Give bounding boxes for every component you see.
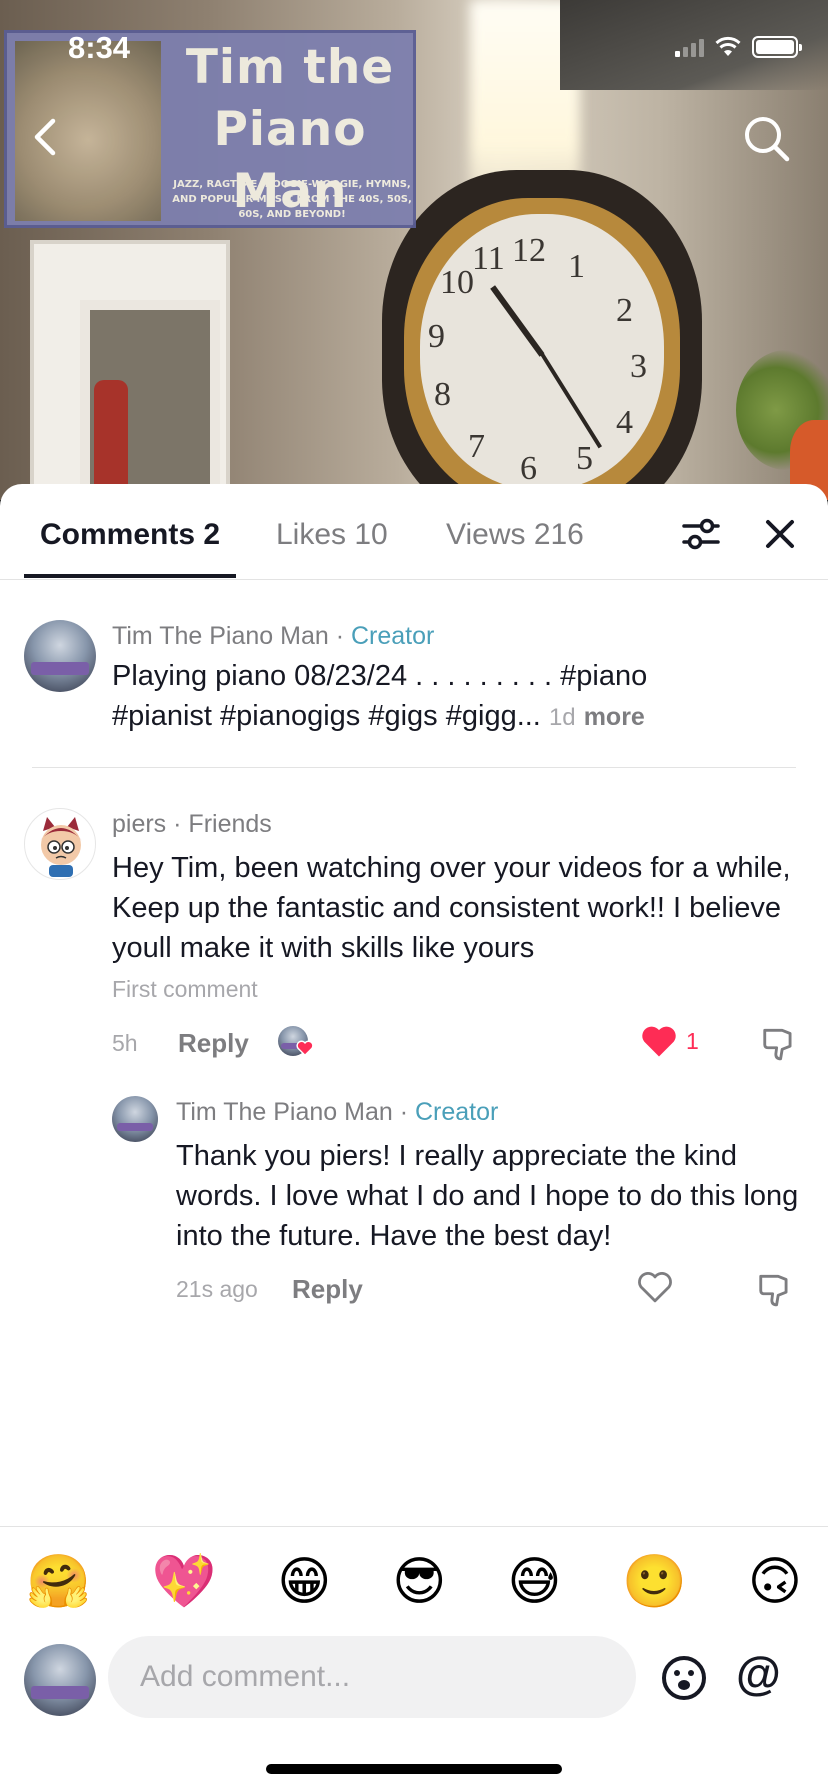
heart-outline-icon[interactable]	[636, 1270, 674, 1304]
status-icons	[675, 36, 802, 58]
commenter-avatar[interactable]	[24, 808, 96, 880]
search-icon[interactable]	[740, 112, 794, 166]
thumbs-down-icon[interactable]	[760, 1024, 798, 1062]
emoji-sparkling-heart[interactable]: 💖	[152, 1552, 217, 1612]
active-tab-indicator	[24, 574, 236, 578]
banner-title-line1: Tim the	[185, 40, 395, 95]
quick-emoji-row: 🤗 💖 😁 😎 😅 🙂 🙃	[0, 1526, 828, 1636]
heart-icon	[296, 1040, 314, 1056]
caption-separator: ·	[335, 622, 345, 650]
battery-icon	[752, 36, 802, 58]
status-time: 8:34	[68, 30, 131, 65]
mention-button[interactable]: @	[736, 1646, 781, 1700]
close-icon[interactable]	[760, 514, 800, 554]
tab-likes[interactable]: Likes 10	[276, 518, 388, 552]
like-button[interactable]: 1	[640, 1024, 699, 1058]
first-comment-label: First comment	[112, 976, 258, 1002]
comment-text: Hey Tim, been watching over your videos …	[112, 852, 791, 964]
friends-label: Friends	[188, 810, 272, 838]
tab-bar: Comments 2 Likes 10 Views 216	[0, 484, 828, 580]
creator-avatar[interactable]	[24, 620, 96, 692]
comment-separator: ·	[173, 810, 182, 838]
creator-liked-indicator	[278, 1026, 314, 1058]
more-link[interactable]: more	[584, 703, 645, 731]
caption-text-line2-content: #pianist #pianogigs #gigs #gigg...	[112, 700, 541, 732]
home-indicator	[266, 1764, 562, 1774]
like-count: 1	[686, 1027, 699, 1054]
reply-author-line: Tim The Piano Man · Creator	[176, 1098, 498, 1127]
tab-views[interactable]: Views 216	[446, 518, 584, 552]
reply-separator: ·	[399, 1098, 409, 1126]
caption-author[interactable]: Tim The Piano Man	[112, 622, 329, 650]
reply-text: Thank you piers! I really appreciate the…	[176, 1140, 799, 1252]
composer-avatar	[24, 1644, 96, 1716]
caption-age: 1d	[548, 704, 576, 731]
wifi-icon	[715, 36, 741, 56]
tab-comments[interactable]: Comments 2	[40, 518, 220, 552]
banner-subtitle: JAZZ, RAGTIME, BOOGIE-WOOGIE, HYMNS, AND…	[172, 179, 412, 220]
comment-age: 5h	[112, 1030, 138, 1056]
cellular-signal-icon	[675, 37, 704, 57]
fire-extinguisher	[94, 380, 128, 500]
emoji-hugging[interactable]: 🤗	[26, 1552, 91, 1612]
heart-filled-icon	[642, 1026, 676, 1057]
comment-input[interactable]	[108, 1636, 636, 1718]
caption-divider	[32, 767, 796, 768]
emoji-slight-smile[interactable]: 🙂	[622, 1552, 687, 1612]
emoji-grinning[interactable]: 😁	[277, 1552, 331, 1612]
comment-author-line: piers · Friends	[112, 810, 272, 839]
reply-to-reply-button[interactable]: Reply	[292, 1274, 363, 1305]
comment-author[interactable]: piers	[112, 810, 166, 838]
thumbs-down-icon[interactable]	[756, 1270, 794, 1308]
caption-text: Playing piano 08/23/24 . . . . . . . . .…	[112, 656, 812, 738]
sliders-icon[interactable]	[680, 514, 722, 554]
creator-badge: Creator	[351, 622, 435, 650]
caption-author-line: Tim The Piano Man · Creator	[112, 622, 434, 651]
emoji-sunglasses[interactable]: 😎	[392, 1552, 446, 1612]
clock-face: 12 11 1 2 3 4 5 6 7 8 9 10	[420, 214, 664, 490]
emoji-sweat-smile[interactable]: 😅	[507, 1552, 561, 1612]
chevron-left-icon[interactable]	[22, 112, 72, 162]
video-background: 12 11 1 2 3 4 5 6 7 8 9 10 Tim the Piano…	[0, 0, 828, 500]
caption-text-line2: #pianist #pianogigs #gigs #gigg... 1d mo…	[112, 696, 812, 738]
caption-text-line1: Playing piano 08/23/24 . . . . . . . . .…	[112, 660, 648, 692]
emoji-face-icon[interactable]	[660, 1654, 708, 1702]
reply-button[interactable]: Reply	[178, 1028, 249, 1059]
cartoon-avatar-icon	[40, 817, 82, 877]
emoji-upside-down[interactable]: 🙃	[748, 1552, 802, 1612]
reply-avatar[interactable]	[112, 1096, 158, 1142]
reply-author[interactable]: Tim The Piano Man	[176, 1098, 393, 1126]
reply-creator-badge: Creator	[415, 1098, 499, 1126]
reply-age: 21s ago	[176, 1276, 258, 1302]
